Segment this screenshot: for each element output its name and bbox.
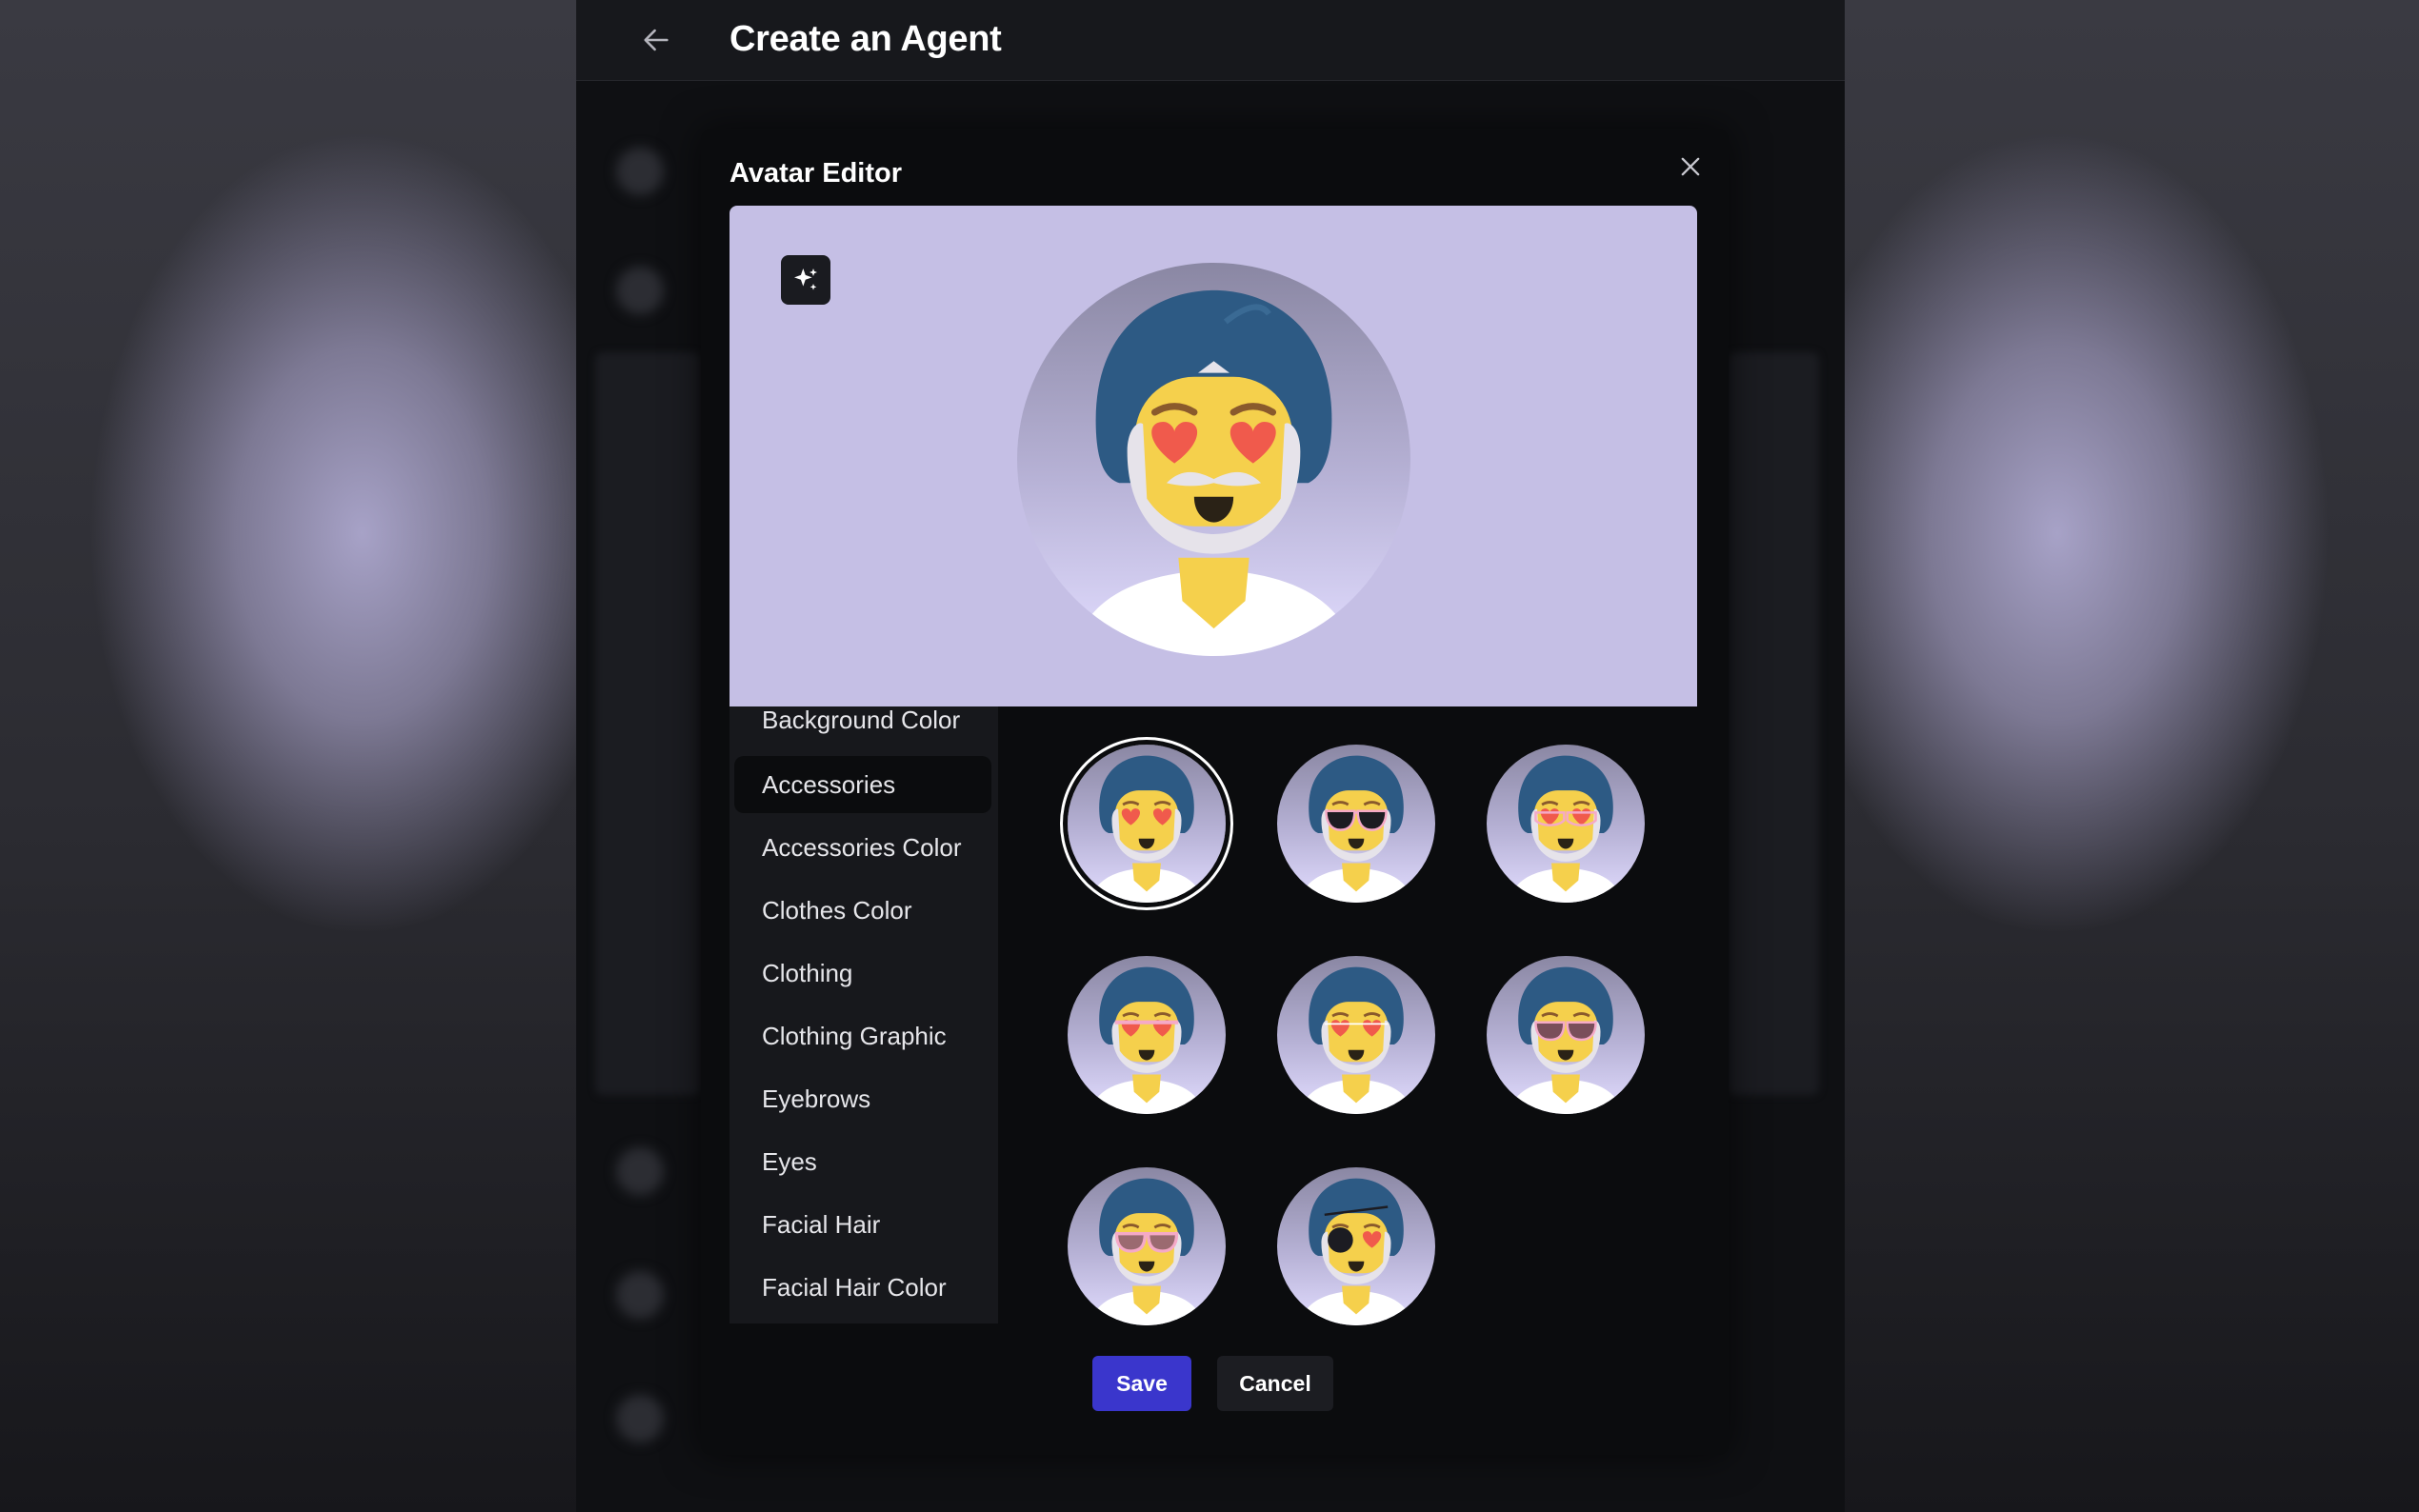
sidebar-item-eyes[interactable]: Eyes bbox=[734, 1133, 991, 1190]
ghost-panel bbox=[595, 352, 700, 1095]
category-sidebar: Background Color Accessories Accessories… bbox=[730, 706, 998, 1323]
page-title: Create an Agent bbox=[730, 19, 1002, 59]
sidebar-item-background-color[interactable]: Background Color bbox=[734, 706, 991, 748]
back-button[interactable] bbox=[633, 17, 679, 63]
accessory-option-round-glasses[interactable] bbox=[1487, 956, 1645, 1114]
arrow-left-icon bbox=[644, 29, 669, 51]
sidebar-item-clothes-color[interactable]: Clothes Color bbox=[734, 882, 991, 939]
ghost-item bbox=[616, 267, 664, 314]
sidebar-item-clothing[interactable]: Clothing bbox=[734, 945, 991, 1002]
accessory-option-sunglasses[interactable] bbox=[1277, 745, 1435, 903]
accessory-option-hearts-pink-glasses[interactable] bbox=[1068, 956, 1226, 1114]
accessory-option-eyepatch[interactable] bbox=[1277, 1167, 1435, 1325]
ghost-item bbox=[616, 1395, 664, 1442]
randomize-button[interactable] bbox=[781, 255, 830, 305]
save-button[interactable]: Save bbox=[1092, 1356, 1191, 1411]
sparkles-icon bbox=[794, 269, 817, 290]
modal-title: Avatar Editor bbox=[730, 158, 903, 189]
accessory-option-hearts-glasses[interactable] bbox=[1487, 745, 1645, 903]
sidebar-item-accessories-color[interactable]: Accessories Color bbox=[734, 819, 991, 876]
close-button[interactable] bbox=[1670, 147, 1710, 187]
ghost-item bbox=[616, 148, 664, 195]
cancel-button[interactable]: Cancel bbox=[1217, 1356, 1333, 1411]
top-bar: Create an Agent bbox=[576, 0, 1845, 81]
sidebar-item-accessories[interactable]: Accessories bbox=[734, 756, 991, 813]
ghost-item bbox=[616, 1271, 664, 1319]
accessory-option-hearts-thin-glasses[interactable] bbox=[1277, 956, 1435, 1114]
avatar-editor-modal: Avatar Editor Background Color Accessori… bbox=[701, 129, 1729, 1455]
close-icon bbox=[1681, 157, 1700, 176]
avatar-preview bbox=[730, 206, 1697, 706]
avatar-image bbox=[1017, 263, 1410, 656]
sidebar-item-facial-hair-color[interactable]: Facial Hair Color bbox=[734, 1259, 991, 1316]
sidebar-item-clothing-graphic[interactable]: Clothing Graphic bbox=[734, 1007, 991, 1064]
ghost-panel bbox=[1729, 352, 1819, 1095]
accessory-option-hearts[interactable] bbox=[1068, 745, 1226, 903]
ghost-item bbox=[616, 1147, 664, 1195]
sidebar-item-facial-hair[interactable]: Facial Hair bbox=[734, 1196, 991, 1253]
sidebar-item-eyebrows[interactable]: Eyebrows bbox=[734, 1070, 991, 1127]
accessory-option-pink-sunglasses[interactable] bbox=[1068, 1167, 1226, 1325]
